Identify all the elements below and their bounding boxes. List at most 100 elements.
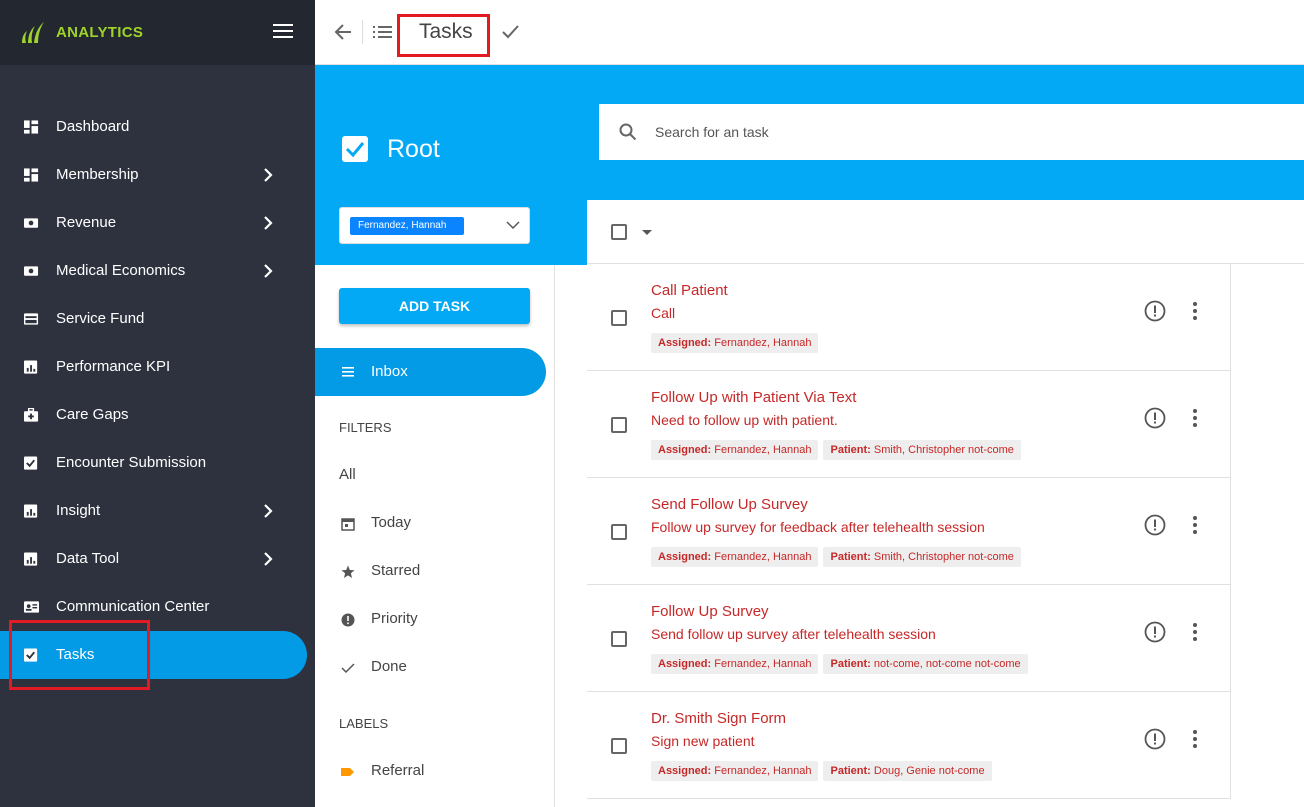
- filter-starred[interactable]: Starred: [315, 551, 554, 591]
- add-task-button[interactable]: ADD TASK: [339, 288, 530, 324]
- logo-icon: [22, 22, 44, 43]
- assigned-chip: Assigned: Fernandez, Hannah: [651, 547, 819, 567]
- task-checkbox[interactable]: [611, 310, 627, 326]
- search-icon: [619, 123, 637, 141]
- sidebar-item-dashboard[interactable]: Dashboard: [0, 103, 315, 151]
- sidebar-item-care-gaps[interactable]: Care Gaps: [0, 391, 315, 439]
- assigned-chip-label: Assigned:: [658, 658, 712, 670]
- task-chips: Assigned: Fernandez, Hannah Patient: Doug…: [651, 761, 992, 781]
- task-chips: Assigned: Fernandez, Hannah Patient: not-…: [651, 654, 1028, 674]
- task-chips: Assigned: Fernandez, Hannah Patient: Smit…: [651, 547, 1021, 567]
- priority-icon[interactable]: [1144, 514, 1166, 536]
- inbox-item[interactable]: Inbox: [315, 348, 546, 396]
- list-icon[interactable]: [373, 25, 393, 39]
- sidebar-item-label: Care Gaps: [56, 406, 129, 423]
- sidebar-item-label: Performance KPI: [56, 358, 171, 375]
- patient-chip-label: Patient:: [830, 551, 871, 563]
- chevron-right-icon: [264, 552, 273, 566]
- priority-icon[interactable]: [1144, 407, 1166, 429]
- task-chips: Assigned: Fernandez, Hannah Patient: Smit…: [651, 440, 1021, 460]
- page-title: Tasks: [419, 20, 473, 43]
- patient-chip-label: Patient:: [830, 658, 871, 670]
- task-checkbox[interactable]: [611, 738, 627, 754]
- more-vert-icon[interactable]: [1191, 408, 1199, 428]
- medical-kit-icon: [24, 408, 39, 422]
- assigned-chip-label: Assigned:: [658, 337, 712, 349]
- task-row[interactable]: Dr. Smith Sign Form Sign new patient Assig…: [587, 692, 1231, 799]
- filter-label: Today: [371, 514, 412, 531]
- task-description: Need to follow up with patient.: [651, 412, 838, 428]
- assigned-chip-label: Assigned:: [658, 765, 712, 777]
- filter-priority[interactable]: Priority: [315, 599, 554, 639]
- select-all-checkbox[interactable]: [611, 224, 627, 240]
- patient-chip-value: not-come, not-come not-come: [873, 658, 1021, 670]
- filter-label: Done: [371, 658, 407, 675]
- hamburger-menu-icon[interactable]: [273, 24, 293, 40]
- patient-chip-value: Doug, Genie not-come: [873, 765, 985, 777]
- priority-icon[interactable]: [1144, 621, 1166, 643]
- sidebar-nav: Dashboard Membership Revenue Medical Econom…: [0, 103, 315, 679]
- task-list-header: [587, 200, 1304, 264]
- label-tag-icon: [341, 768, 354, 776]
- task-row[interactable]: Call Patient Call Assigned: Fernandez, Han…: [587, 264, 1231, 371]
- label-referral[interactable]: Referral: [315, 751, 554, 791]
- sidebar-item-data-tool[interactable]: Data Tool: [0, 535, 315, 583]
- chevron-right-icon: [264, 216, 273, 230]
- brand-bar: ANALYTICS: [0, 0, 315, 65]
- assigned-chip: Assigned: Fernandez, Hannah: [651, 440, 819, 460]
- check-icon: [341, 663, 355, 674]
- task-checkbox[interactable]: [611, 631, 627, 647]
- assigned-chip-value: Fernandez, Hannah: [714, 658, 812, 670]
- sidebar-item-revenue[interactable]: Revenue: [0, 199, 315, 247]
- user-select[interactable]: Fernandez, Hannah: [339, 207, 530, 244]
- priority-icon[interactable]: [1144, 300, 1166, 322]
- check-icon[interactable]: [500, 22, 520, 42]
- sidebar-item-insight[interactable]: Insight: [0, 487, 315, 535]
- sidebar-item-performance-kpi[interactable]: Performance KPI: [0, 343, 315, 391]
- sidebar-item-tasks[interactable]: Tasks: [0, 631, 307, 679]
- patient-chip-value: Smith, Christopher not-come: [873, 551, 1014, 563]
- sidebar: ANALYTICS Dashboard Membership Revenue Medi…: [0, 0, 315, 807]
- task-checkbox[interactable]: [611, 417, 627, 433]
- assigned-chip-label: Assigned:: [658, 444, 712, 456]
- search-box: [599, 104, 1304, 160]
- sidebar-item-encounter-submission[interactable]: Encounter Submission: [0, 439, 315, 487]
- select-menu-caret-icon[interactable]: [642, 230, 652, 235]
- search-input[interactable]: [655, 122, 1255, 142]
- task-row[interactable]: Follow Up Survey Send follow up survey af…: [587, 585, 1231, 692]
- sidebar-item-label: Revenue: [56, 214, 117, 231]
- filter-all[interactable]: All: [315, 455, 554, 495]
- assigned-chip: Assigned: Fernandez, Hannah: [651, 333, 819, 353]
- more-vert-icon[interactable]: [1191, 301, 1199, 321]
- task-list: Call Patient Call Assigned: Fernandez, Han…: [587, 200, 1304, 807]
- toolbar-divider: [362, 20, 363, 44]
- task-description: Call: [651, 305, 676, 321]
- sidebar-item-communication-center[interactable]: Communication Center: [0, 583, 315, 631]
- back-arrow-icon[interactable]: [333, 22, 353, 42]
- task-row[interactable]: Send Follow Up Survey Follow up survey fo…: [587, 478, 1231, 585]
- sidebar-item-service-fund[interactable]: Service Fund: [0, 295, 315, 343]
- sidebar-item-medical-economics[interactable]: Medical Economics: [0, 247, 315, 295]
- task-title: Call Patient: [651, 282, 728, 299]
- sidebar-item-label: Dashboard: [56, 118, 130, 135]
- priority-icon[interactable]: [1144, 728, 1166, 750]
- patient-chip-value: Smith, Christopher not-come: [873, 444, 1014, 456]
- patient-chip: Patient: Smith, Christopher not-come: [823, 440, 1021, 460]
- dashboard-icon: [24, 120, 39, 134]
- filter-today[interactable]: Today: [315, 503, 554, 543]
- patient-chip: Patient: Doug, Genie not-come: [823, 761, 992, 781]
- assigned-chip-value: Fernandez, Hannah: [714, 444, 812, 456]
- sidebar-item-membership[interactable]: Membership: [0, 151, 315, 199]
- task-checkbox[interactable]: [611, 524, 627, 540]
- filters-heading: FILTERS: [339, 420, 392, 435]
- filter-done[interactable]: Done: [315, 647, 554, 687]
- more-vert-icon[interactable]: [1191, 622, 1199, 642]
- root-checkbox-icon: [342, 136, 368, 162]
- task-row[interactable]: Follow Up with Patient Via Text Need to f…: [587, 371, 1231, 478]
- filter-label: Priority: [371, 610, 418, 627]
- star-icon: [341, 565, 355, 578]
- more-vert-icon[interactable]: [1191, 515, 1199, 535]
- more-vert-icon[interactable]: [1191, 729, 1199, 749]
- labels-heading: LABELS: [339, 716, 389, 731]
- task-chips: Assigned: Fernandez, Hannah: [651, 333, 819, 353]
